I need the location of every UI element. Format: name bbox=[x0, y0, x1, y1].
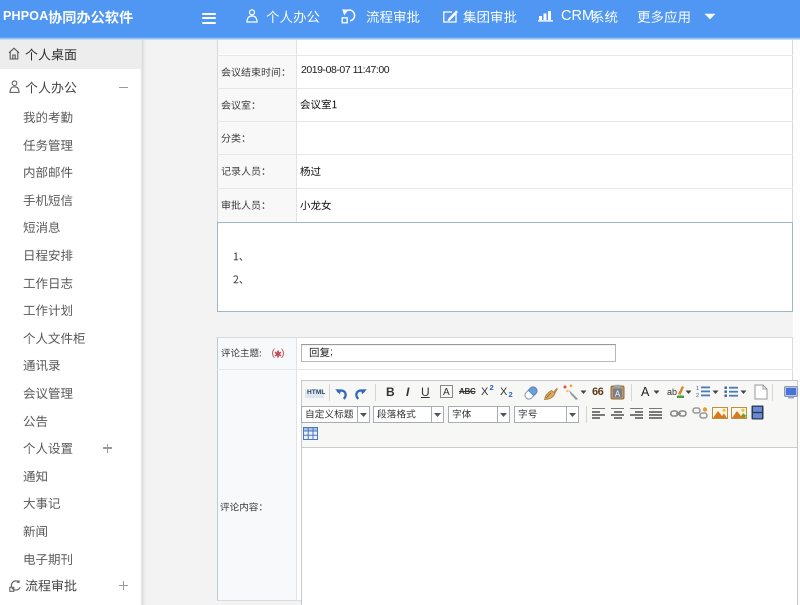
svg-text:2: 2 bbox=[696, 393, 699, 399]
svg-text:ab: ab bbox=[667, 387, 677, 397]
svg-text:A: A bbox=[615, 389, 621, 398]
svg-text:1: 1 bbox=[696, 386, 699, 392]
